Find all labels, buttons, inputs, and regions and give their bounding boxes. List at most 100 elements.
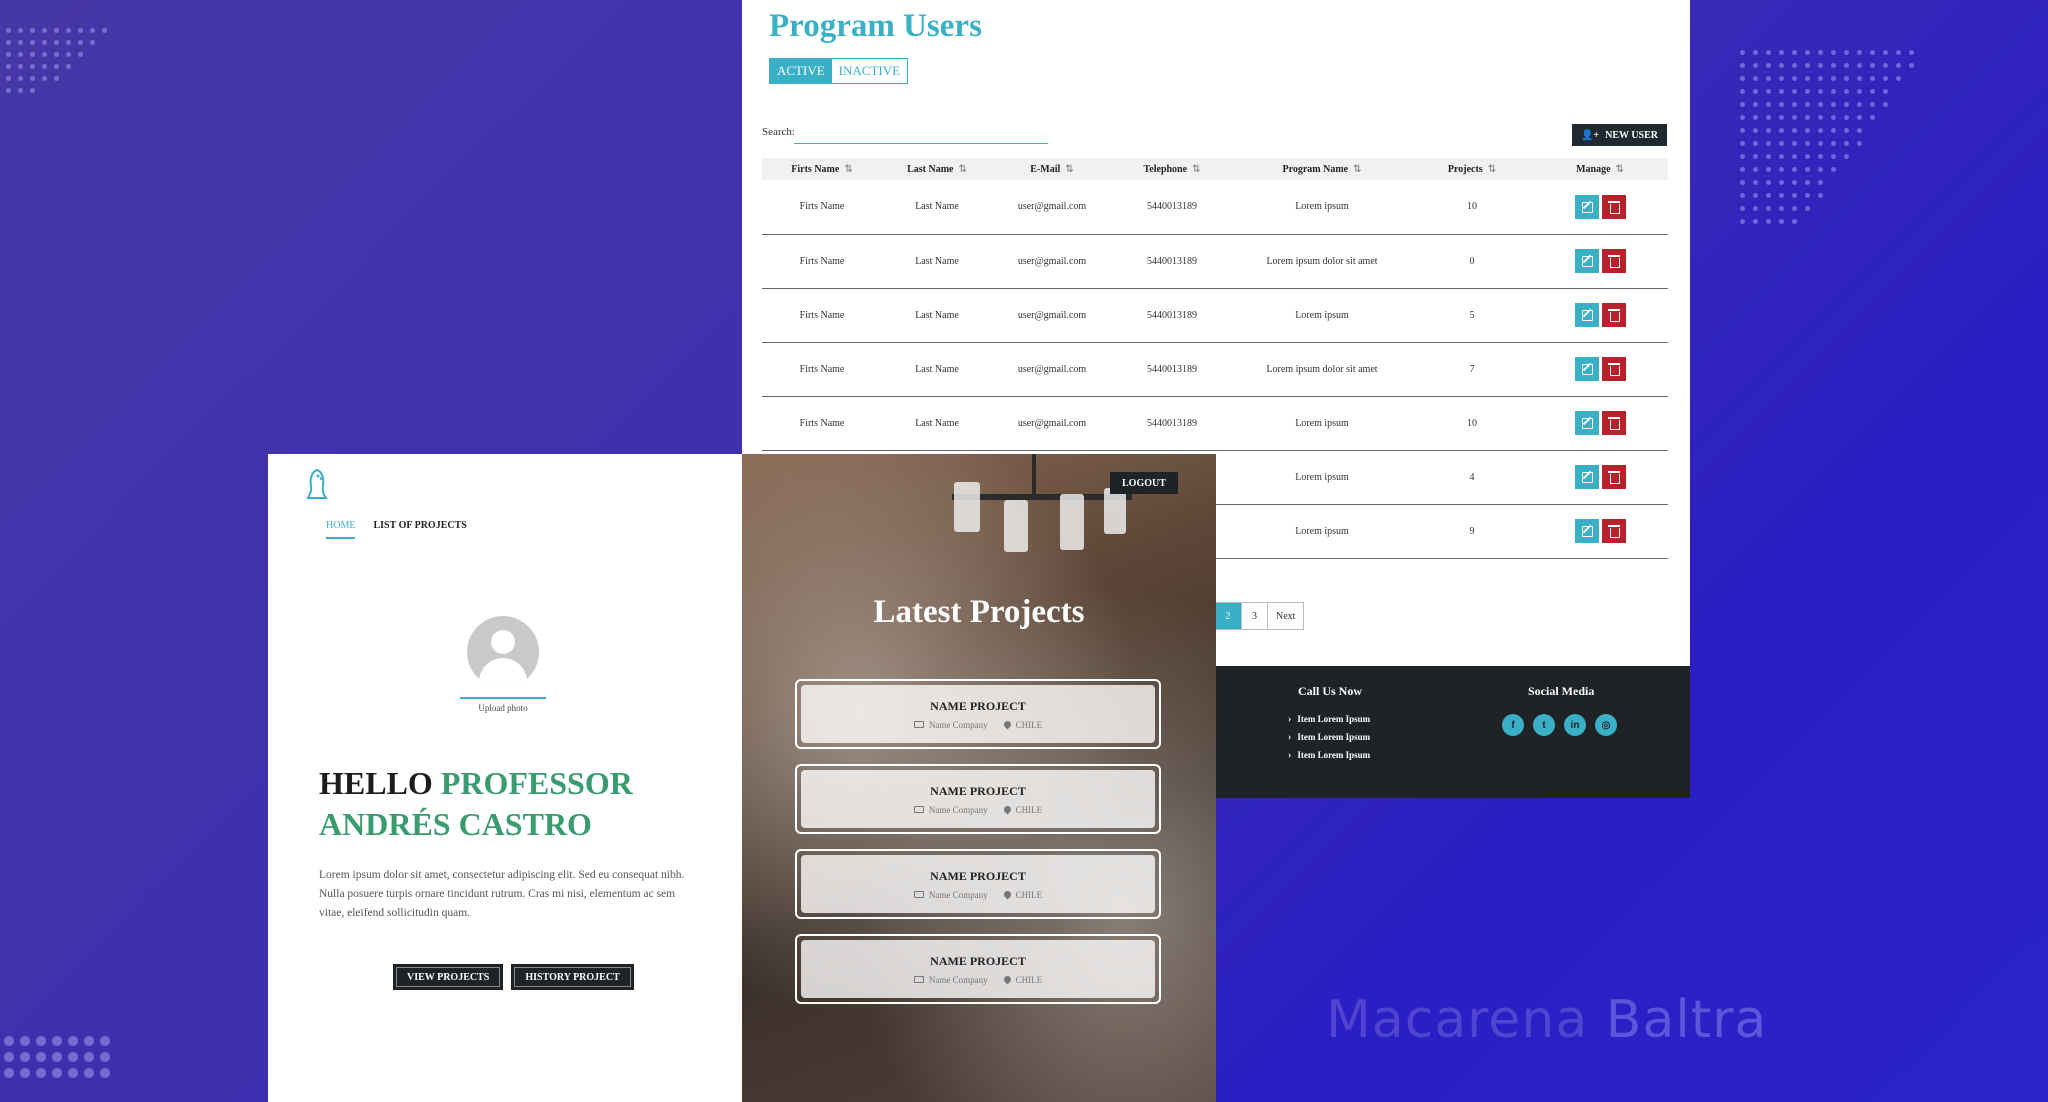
edit-icon[interactable] xyxy=(1574,465,1599,489)
id-card-icon xyxy=(913,976,924,983)
edit-icon[interactable] xyxy=(1574,411,1599,435)
project-name: NAME PROJECT xyxy=(930,868,1026,883)
column-header-first-name[interactable]: Firts Name ⇅ xyxy=(762,158,882,180)
history-project-button[interactable]: HISTORY PROJECT xyxy=(511,964,634,990)
greeting-professor: PROFESSOR xyxy=(440,765,633,801)
footer-link[interactable]: › Item Lorem Ipsum xyxy=(1288,728,1370,746)
column-header-manage[interactable]: Manage ⇅ xyxy=(1532,158,1668,180)
avatar[interactable] xyxy=(467,616,539,688)
sort-icon: ⇅ xyxy=(1065,163,1074,175)
column-header-program-name[interactable]: Program Name ⇅ xyxy=(1232,158,1412,180)
column-header-telephone[interactable]: Telephone ⇅ xyxy=(1112,158,1232,180)
map-pin-icon xyxy=(1002,889,1013,900)
cell-program-name: Lorem ipsum xyxy=(1232,450,1412,505)
project-card[interactable]: NAME PROJECT Name Company CHILE xyxy=(795,934,1161,1004)
search-label: Search: xyxy=(762,126,795,138)
search-input[interactable] xyxy=(794,124,1048,144)
trash-icon[interactable] xyxy=(1601,249,1626,273)
trash-icon[interactable] xyxy=(1601,519,1626,543)
social-links: f t in ◎ xyxy=(1502,714,1617,736)
twitter-icon[interactable]: t xyxy=(1533,714,1555,736)
project-meta: Name Company CHILE xyxy=(913,719,1042,730)
pagination: 2 3 Next xyxy=(1214,602,1305,630)
edit-icon[interactable] xyxy=(1574,357,1599,381)
cell-telephone: 5440013189 xyxy=(1112,342,1232,397)
greeting-heading: HELLO PROFESSOR ANDRÉS CASTRO xyxy=(319,763,719,845)
project-company: Name Company xyxy=(928,974,988,985)
table-header-row: Firts Name ⇅ Last Name ⇅ E-Mail ⇅ Telephone… xyxy=(762,158,1668,180)
cell-program-name: Lorem ipsum xyxy=(1232,504,1412,559)
trash-icon[interactable] xyxy=(1601,411,1626,435)
latest-projects-page: LOGOUT Latest Projects NAME PROJECT Name… xyxy=(742,454,1216,1102)
penguin-logo-icon[interactable] xyxy=(304,468,330,500)
logout-button[interactable]: LOGOUT xyxy=(1110,472,1178,494)
footer-link[interactable]: › Item Lorem Ipsum xyxy=(1288,746,1370,764)
edit-icon[interactable] xyxy=(1574,249,1599,273)
instagram-icon[interactable]: ◎ xyxy=(1595,714,1617,736)
page-button-2[interactable]: 2 xyxy=(1215,603,1241,629)
sort-icon: ⇅ xyxy=(1353,163,1362,175)
cell-telephone: 5440013189 xyxy=(1112,288,1232,343)
sort-icon: ⇅ xyxy=(1615,163,1624,175)
footer-link[interactable]: › Item Lorem Ipsum xyxy=(1288,710,1370,728)
project-card[interactable]: NAME PROJECT Name Company CHILE xyxy=(795,849,1161,919)
cell-projects: 7 xyxy=(1412,342,1532,397)
project-card-body: NAME PROJECT Name Company CHILE xyxy=(801,940,1155,998)
cell-last-name: Last Name xyxy=(882,180,992,235)
project-card-body: NAME PROJECT Name Company CHILE xyxy=(801,685,1155,743)
tab-inactive[interactable]: INACTIVE xyxy=(831,59,908,83)
cell-last-name: Last Name xyxy=(882,396,992,451)
project-card-body: NAME PROJECT Name Company CHILE xyxy=(801,855,1155,913)
cell-first-name: Firts Name xyxy=(762,180,882,235)
call-us-title: Call Us Now xyxy=(1298,684,1363,698)
linkedin-icon[interactable]: in xyxy=(1564,714,1586,736)
facebook-icon[interactable]: f xyxy=(1502,714,1524,736)
next-page-button[interactable]: Next xyxy=(1267,603,1304,629)
sort-icon: ⇅ xyxy=(958,163,967,175)
new-user-label: NEW USER xyxy=(1605,129,1659,141)
upload-photo-link[interactable]: Upload photo xyxy=(460,697,546,713)
project-meta: Name Company CHILE xyxy=(913,889,1043,900)
nav-home[interactable]: HOME xyxy=(326,520,356,539)
column-header-email[interactable]: E-Mail ⇅ xyxy=(992,158,1112,180)
cell-first-name: Firts Name xyxy=(762,288,882,343)
project-company: Name Company xyxy=(928,719,988,730)
view-projects-button[interactable]: VIEW PROJECTS xyxy=(393,964,504,990)
cell-projects: 10 xyxy=(1412,180,1532,235)
project-card[interactable]: NAME PROJECT Name Company CHILE xyxy=(795,764,1161,834)
cell-manage xyxy=(1532,180,1668,235)
edit-icon[interactable] xyxy=(1574,519,1599,543)
project-name: NAME PROJECT xyxy=(930,698,1026,713)
new-user-button[interactable]: 👤+ NEW USER xyxy=(1572,124,1667,146)
page-button-3[interactable]: 3 xyxy=(1241,603,1267,629)
cell-email: user@gmail.com xyxy=(992,396,1112,451)
trash-icon[interactable] xyxy=(1601,194,1626,219)
tab-active[interactable]: ACTIVE xyxy=(770,59,832,83)
project-meta: Name Company CHILE xyxy=(913,974,1043,985)
nav-list-of-projects[interactable]: LIST OF PROJECTS xyxy=(373,520,466,539)
project-card[interactable]: NAME PROJECT Name Company CHILE xyxy=(795,679,1161,749)
project-name: NAME PROJECT xyxy=(930,953,1026,968)
section-title: Latest Projects xyxy=(873,594,1085,630)
status-tabs: ACTIVE INACTIVE xyxy=(769,58,909,84)
cell-projects: 0 xyxy=(1412,234,1532,289)
trash-icon[interactable] xyxy=(1601,303,1626,327)
cell-first-name: Firts Name xyxy=(762,234,882,289)
sort-icon: ⇅ xyxy=(1192,163,1201,175)
cell-projects: 5 xyxy=(1412,288,1532,343)
cell-projects: 10 xyxy=(1412,396,1532,451)
trash-icon[interactable] xyxy=(1601,465,1626,489)
column-header-last-name[interactable]: Last Name ⇅ xyxy=(882,158,992,180)
edit-icon[interactable] xyxy=(1574,194,1599,219)
column-header-projects[interactable]: Projects ⇅ xyxy=(1412,158,1532,180)
project-card-body: NAME PROJECT Name Company CHILE xyxy=(801,770,1155,828)
edit-icon[interactable] xyxy=(1574,303,1599,327)
project-country: CHILE xyxy=(1015,974,1043,985)
trash-icon[interactable] xyxy=(1601,357,1626,381)
project-company: Name Company xyxy=(928,804,988,815)
sort-icon: ⇅ xyxy=(1487,163,1497,175)
cell-telephone: 5440013189 xyxy=(1112,234,1232,289)
professor-home-page: HOME LIST OF PROJECTS Upload photo HELLO… xyxy=(268,454,742,1102)
cell-program-name: Lorem ipsum xyxy=(1232,288,1412,343)
project-country: CHILE xyxy=(1015,889,1043,900)
